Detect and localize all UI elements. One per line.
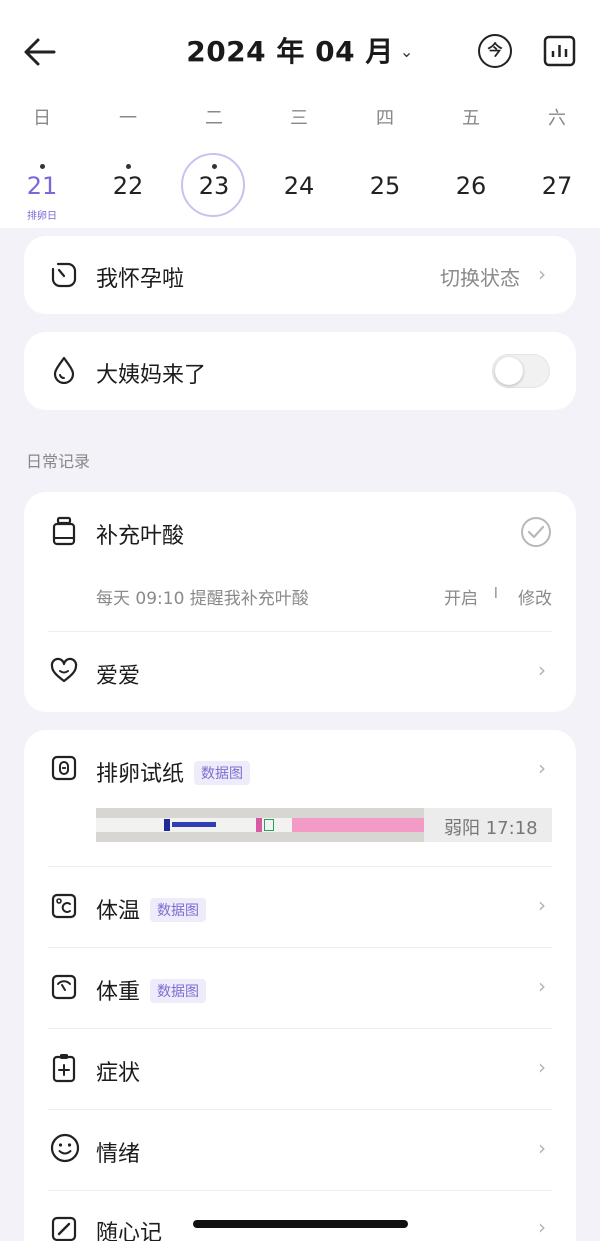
love-row[interactable]: 爱爱 › — [24, 632, 576, 712]
day-cell-24[interactable]: 24 — [266, 152, 332, 218]
calendar-header: 2024 年 04 月 ⌄ 今 日 一 二 三 四 五 六 21 排卵日 22 2… — [0, 0, 600, 228]
test-result-text: 弱阳 17:18 — [444, 818, 538, 839]
check-circle-icon[interactable] — [520, 516, 552, 548]
day-cell-21[interactable]: 21 排卵日 — [9, 152, 75, 222]
folic-reminder-text: 每天 09:10 提醒我补充叶酸 — [96, 589, 309, 609]
strip-arrow-mark — [164, 819, 170, 831]
ovulation-test-row[interactable]: 排卵试纸 数据图 › 弱阳 17:18 — [24, 730, 576, 866]
chevron-right-icon: › — [538, 974, 546, 998]
pregnant-status-card[interactable]: 我怀孕啦 切换状态 › — [24, 236, 576, 314]
ovulation-test-label: 排卵试纸 — [96, 762, 185, 787]
ovulation-day-label: 排卵日 — [27, 211, 57, 222]
temperature-label: 体温 — [96, 899, 141, 924]
pencil-note-icon — [51, 1216, 77, 1241]
chevron-right-icon: › — [538, 262, 546, 286]
folic-acid-label: 补充叶酸 — [96, 524, 185, 549]
mood-row[interactable]: 情绪 › — [24, 1110, 576, 1190]
symptoms-row[interactable]: 症状 › — [24, 1029, 576, 1109]
symptoms-label: 症状 — [96, 1061, 141, 1086]
period-label: 大姨妈来了 — [96, 363, 207, 388]
section-label-daily: 日常记录 — [26, 452, 91, 471]
drop-icon — [53, 356, 75, 384]
period-toggle[interactable] — [492, 354, 550, 388]
switch-status-link[interactable]: 切换状态 — [440, 262, 520, 291]
link-separator: I — [493, 584, 498, 602]
data-chart-tag[interactable]: 数据图 — [150, 979, 207, 1003]
temperature-row[interactable]: 体温 数据图 › — [24, 867, 576, 947]
data-chart-tag[interactable]: 数据图 — [150, 898, 207, 922]
heart-icon — [50, 657, 78, 683]
weekday-wed: 三 — [290, 108, 308, 129]
weekday-sat: 六 — [548, 108, 566, 129]
day-number: 26 — [455, 172, 487, 200]
reminder-edit-link[interactable]: 修改 — [518, 584, 552, 609]
day-cell-26[interactable]: 26 — [438, 152, 504, 218]
chevron-right-icon: › — [538, 1215, 546, 1239]
test-result-box: 弱阳 17:18 — [424, 808, 552, 842]
day-cell-27[interactable]: 27 — [524, 152, 590, 218]
day-number: 25 — [369, 172, 401, 200]
weight-title: 体重 数据图 — [96, 974, 207, 1006]
day-number: 24 — [283, 172, 315, 200]
record-dot — [40, 164, 45, 169]
clipboard-plus-icon — [52, 1054, 76, 1083]
notes-label: 随心记 — [96, 1221, 163, 1241]
strip-marker — [264, 819, 274, 831]
day-number: 23 — [198, 172, 230, 200]
weekday-mon: 一 — [119, 108, 137, 129]
weight-label: 体重 — [96, 980, 141, 1005]
strip-pink-zone — [292, 818, 424, 832]
day-cell-22[interactable]: 22 — [95, 152, 161, 218]
day-cell-25[interactable]: 25 — [352, 152, 418, 218]
scale-icon — [51, 974, 77, 1000]
chevron-right-icon: › — [538, 893, 546, 917]
day-number: 22 — [112, 172, 144, 200]
record-dot — [126, 164, 131, 169]
test-strip-photo[interactable] — [96, 808, 424, 842]
test-strip-icon — [51, 755, 77, 781]
weekday-thu: 四 — [376, 108, 394, 129]
page-title: 2024 年 04 月 — [186, 35, 394, 68]
ovulation-test-title: 排卵试纸 数据图 — [96, 756, 251, 788]
day-number: 21 — [26, 172, 58, 200]
strip-max-label — [172, 822, 216, 827]
mood-label: 情绪 — [96, 1142, 141, 1167]
chevron-right-icon: › — [538, 1136, 546, 1160]
chevron-right-icon: › — [538, 1055, 546, 1079]
today-button[interactable]: 今 — [478, 34, 512, 68]
pregnancy-icon — [51, 262, 77, 288]
love-label: 爱爱 — [96, 664, 141, 689]
weekday-tue: 二 — [205, 108, 223, 129]
toggle-knob — [495, 357, 523, 385]
day-cell-23-selected[interactable]: 23 — [181, 152, 247, 218]
chevron-right-icon: › — [538, 658, 546, 682]
weekday-fri: 五 — [462, 108, 480, 129]
weight-row[interactable]: 体重 数据图 › — [24, 948, 576, 1028]
records-card: 排卵试纸 数据图 › 弱阳 17:18 体温 数据图 › 体重 数据图 › 症状… — [24, 730, 576, 1241]
day-number: 27 — [541, 172, 573, 200]
chevron-right-icon: › — [538, 756, 546, 780]
notes-row[interactable]: 随心记 › — [24, 1191, 576, 1241]
reminder-enable-link[interactable]: 开启 — [444, 584, 478, 609]
thermometer-celsius-icon — [51, 893, 77, 919]
record-dot — [212, 164, 217, 169]
smiley-icon — [50, 1133, 80, 1163]
chart-icon[interactable] — [543, 35, 576, 67]
weekday-sun: 日 — [33, 108, 51, 129]
period-card: 大姨妈来了 — [24, 332, 576, 410]
data-chart-tag[interactable]: 数据图 — [194, 761, 251, 785]
test-line — [256, 818, 262, 832]
temperature-title: 体温 数据图 — [96, 893, 207, 925]
daily-record-card: 补充叶酸 每天 09:10 提醒我补充叶酸 开启 I 修改 爱爱 › — [24, 492, 576, 712]
chevron-down-icon: ⌄ — [399, 42, 414, 61]
pregnant-label: 我怀孕啦 — [96, 267, 185, 292]
home-indicator[interactable] — [193, 1220, 408, 1228]
supplement-bottle-icon — [52, 516, 76, 546]
